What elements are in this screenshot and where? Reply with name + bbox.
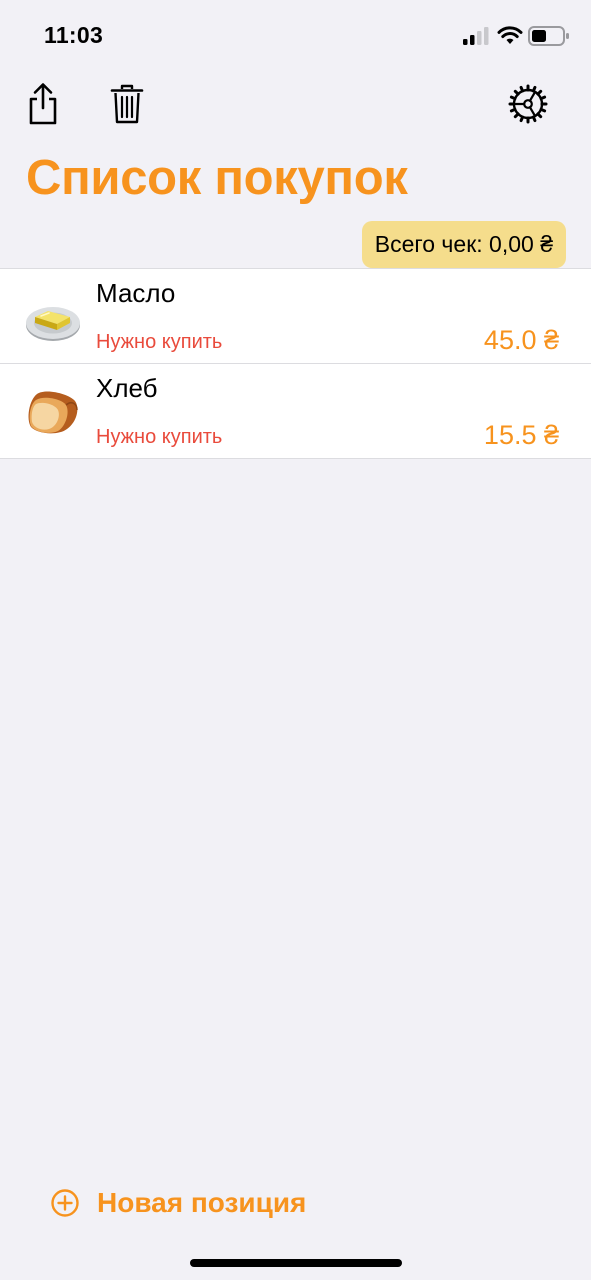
item-price: 15.5 ₴	[483, 420, 559, 450]
wifi-icon	[497, 26, 523, 44]
item-price: 45.0 ₴	[483, 325, 559, 355]
shopping-list: Масло Нужно купить 45.0 ₴ Хлеб Нужно куп…	[0, 268, 591, 459]
total-badge: Всего чек: 0,00 ₴	[361, 221, 566, 268]
total-label: Всего чек: 0,00 ₴	[374, 231, 553, 257]
list-item[interactable]: Хлеб Нужно купить 15.5 ₴	[0, 363, 591, 458]
delete-button[interactable]	[105, 82, 149, 126]
settings-button[interactable]	[506, 82, 550, 126]
share-icon	[29, 83, 57, 125]
list-item[interactable]: Масло Нужно купить 45.0 ₴	[0, 269, 591, 363]
bread-icon	[28, 391, 78, 434]
page-title: Список покупок	[26, 151, 408, 205]
trash-icon	[110, 84, 144, 124]
item-name: Масло	[96, 278, 176, 308]
cellular-signal-icon	[463, 27, 489, 45]
battery-icon	[528, 26, 569, 46]
gear-icon	[508, 84, 548, 124]
status-time: 11:03	[44, 22, 104, 48]
item-name: Хлеб	[96, 373, 158, 403]
butter-icon	[26, 307, 80, 341]
status-bar: 11:03	[0, 0, 591, 70]
home-indicator[interactable]	[190, 1259, 402, 1267]
item-status: Нужно купить	[96, 426, 223, 448]
plus-circle-icon	[51, 1189, 79, 1217]
new-item-button[interactable]: Новая позиция	[50, 1181, 306, 1225]
share-button[interactable]	[21, 82, 65, 126]
item-status: Нужно купить	[96, 331, 223, 353]
new-item-label: Новая позиция	[97, 1187, 307, 1218]
